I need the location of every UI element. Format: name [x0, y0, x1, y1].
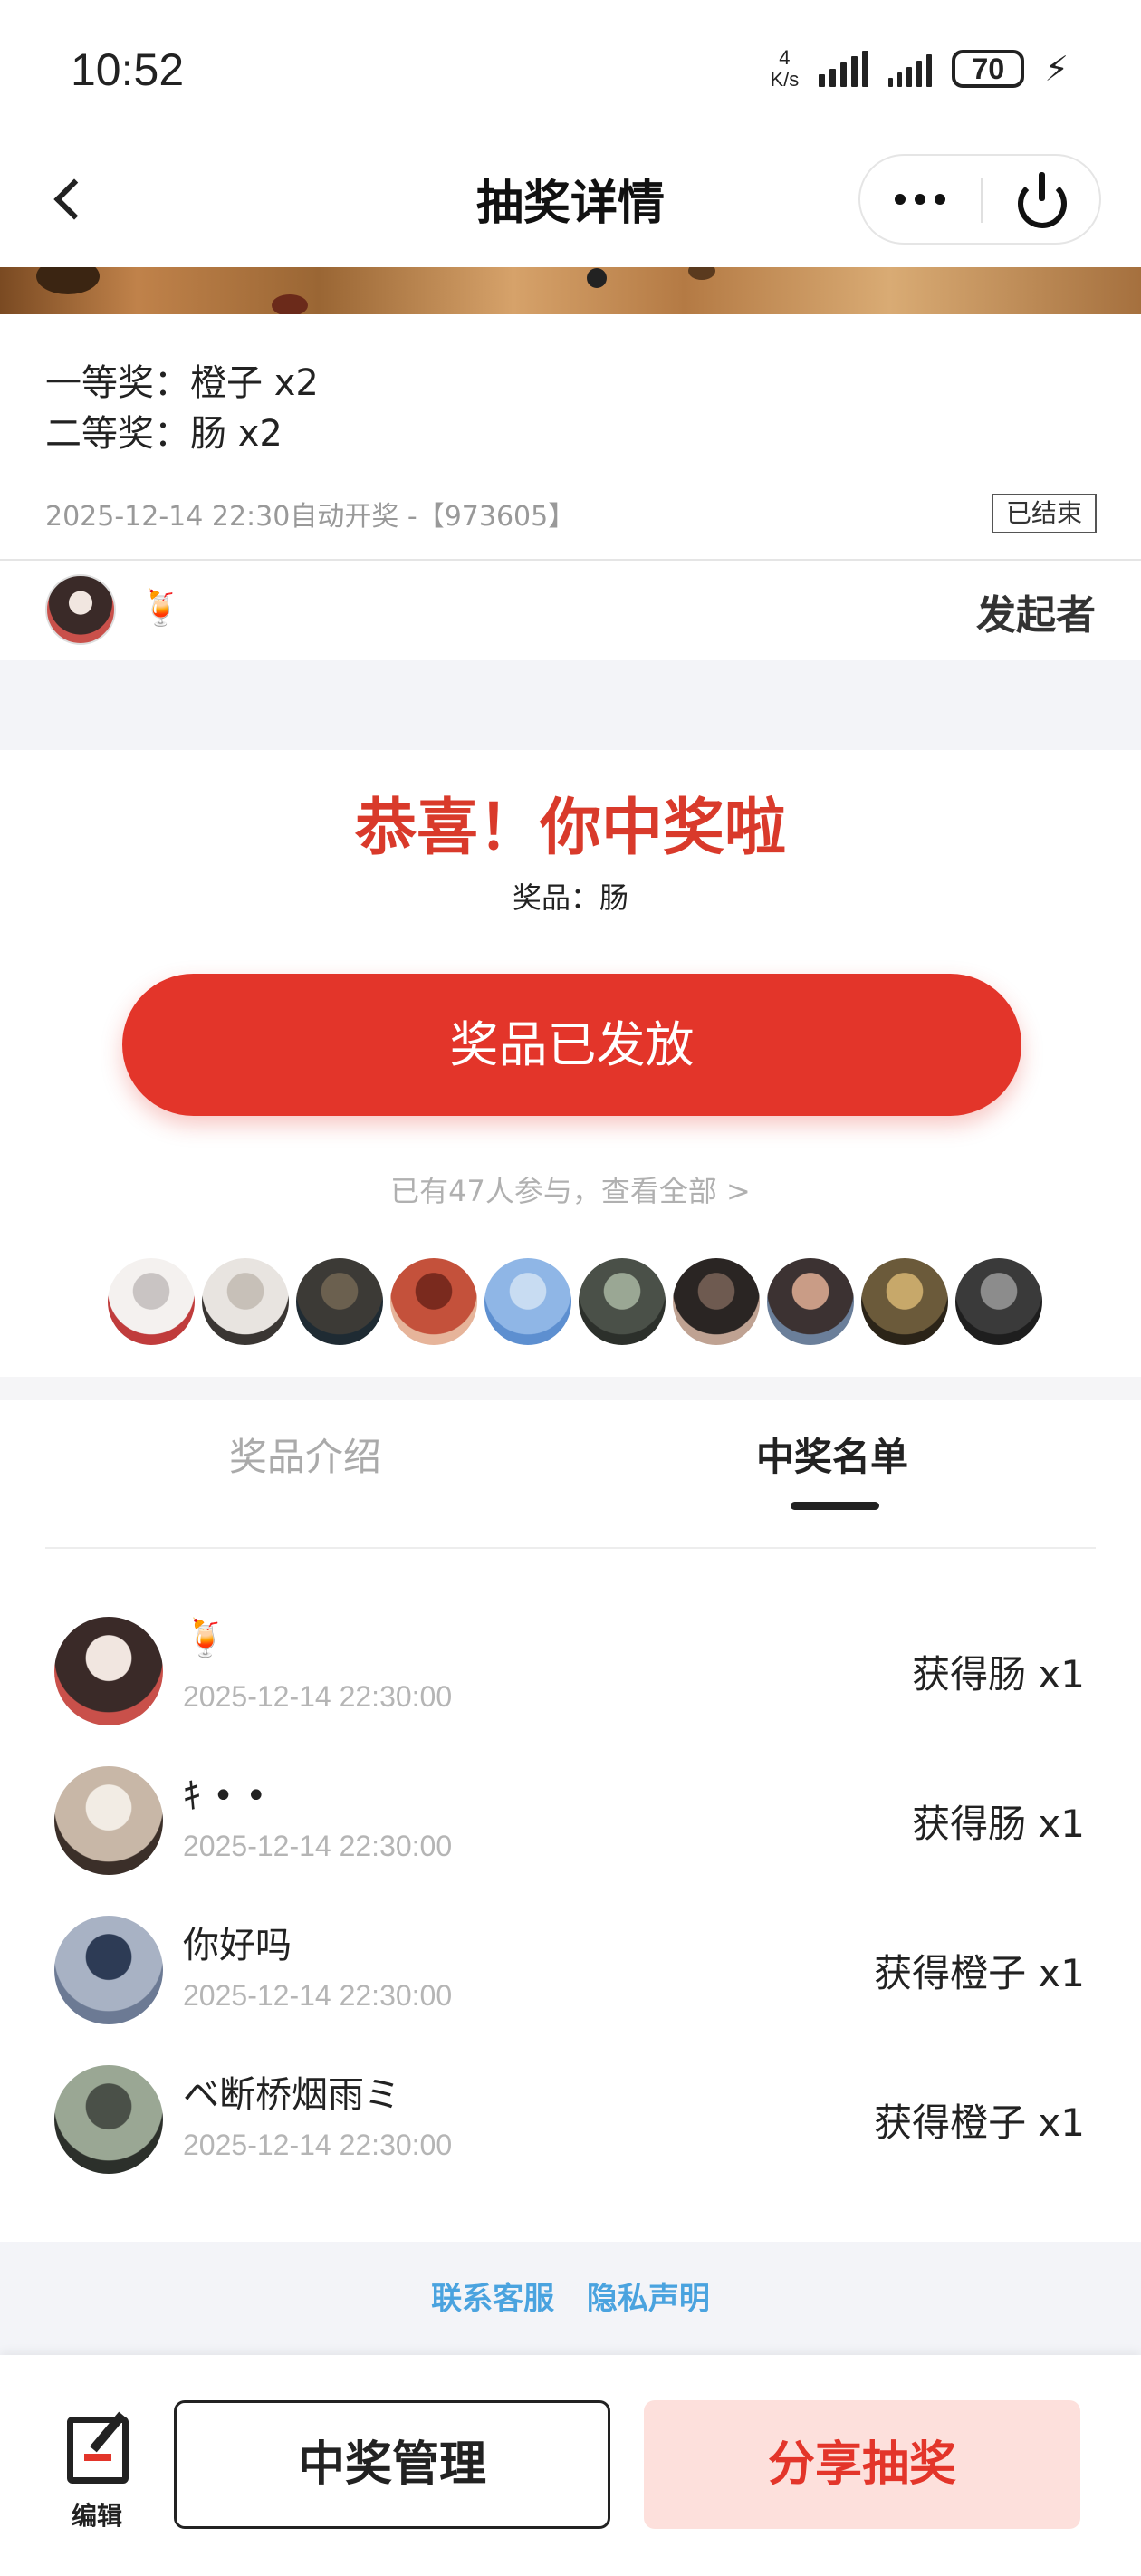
- winner-prize: 获得橙子 x1: [874, 2100, 1085, 2145]
- privacy-policy-link[interactable]: 隐私声明: [587, 2281, 710, 2317]
- mini-program-capsule: [858, 154, 1101, 245]
- initiator-avatar[interactable]: [45, 574, 116, 645]
- footer-links: 联系客服 隐私声明: [0, 2273, 1141, 2318]
- initiator-name: 🍹: [139, 588, 183, 628]
- prize-tier-2: 二等奖：肠 x2: [45, 413, 283, 455]
- carousel-indicator: [587, 268, 607, 288]
- winner-prize: 获得橙子 x1: [874, 1951, 1085, 1995]
- winner-row: 你好吗 2025-12-14 22:30:00 获得橙子 x1: [0, 1916, 1141, 2052]
- view-all-participants-link[interactable]: 已有47人参与，查看全部 >: [0, 1168, 1141, 1210]
- winner-name: ベ断桥烟雨ミ: [183, 2074, 400, 2116]
- status-time: 10:52: [71, 44, 185, 95]
- signal-icon-secondary: [888, 51, 933, 87]
- winner-name: 🍹: [183, 1618, 228, 1659]
- bottom-action-bar: 编辑 中奖管理 分享抽奖: [0, 2355, 1141, 2576]
- charging-icon: ⚡: [1044, 49, 1069, 89]
- active-tab-indicator: [791, 1502, 879, 1510]
- tab-prize-intro[interactable]: 奖品介绍: [229, 1427, 381, 1482]
- initiator-label: 发起者: [976, 592, 1096, 639]
- initiator-row[interactable]: 🍹 发起者: [0, 561, 1141, 660]
- capsule-divider: [981, 178, 983, 223]
- section-separator: [0, 1377, 1141, 1400]
- winner-time: 2025-12-14 22:30:00: [183, 1680, 453, 1713]
- winner-management-button[interactable]: 中奖管理: [174, 2400, 610, 2529]
- prize-banner-image[interactable]: [0, 267, 1141, 314]
- participant-avatar[interactable]: [859, 1256, 950, 1347]
- participant-avatar[interactable]: [106, 1256, 197, 1347]
- won-prize-label: 奖品：肠: [512, 880, 628, 915]
- participant-avatar[interactable]: [577, 1256, 667, 1347]
- more-dots-icon[interactable]: [860, 156, 980, 243]
- section-separator: [0, 660, 1141, 750]
- winner-time: 2025-12-14 22:30:00: [183, 1830, 453, 1862]
- divider: [45, 1547, 1096, 1549]
- winner-avatar[interactable]: [54, 1766, 163, 1875]
- net-speed: 4 K/s: [770, 46, 800, 91]
- winner-avatar[interactable]: [54, 2065, 163, 2174]
- winner-row: 🍹 2025-12-14 22:30:00 获得肠 x1: [0, 1617, 1141, 1753]
- status-indicators: 4 K/s 70 ⚡: [771, 47, 1069, 91]
- nav-bar: 抽奖详情: [0, 136, 1141, 267]
- battery-icon: 70: [952, 50, 1025, 88]
- winner-prize: 获得肠 x1: [912, 1802, 1085, 1846]
- share-lottery-button[interactable]: 分享抽奖: [644, 2400, 1080, 2529]
- winner-name: 你好吗: [183, 1925, 292, 1966]
- congrats-heading: 恭喜！你中奖啦: [354, 793, 786, 864]
- status-bar: 10:52 4 K/s 70 ⚡: [0, 0, 1141, 136]
- edit-button[interactable]: 编辑: [56, 2409, 138, 2531]
- draw-meta: 2025-12-14 22:30自动开奖 -【973605】: [45, 501, 576, 533]
- edit-label: 编辑: [71, 2501, 122, 2531]
- prize-issued-button[interactable]: 奖品已发放: [122, 974, 1021, 1116]
- power-icon[interactable]: [1014, 172, 1070, 228]
- winner-time: 2025-12-14 22:30:00: [183, 1979, 453, 2012]
- participant-avatar[interactable]: [294, 1256, 385, 1347]
- status-badge: 已结束: [992, 494, 1097, 533]
- participant-avatar[interactable]: [200, 1256, 291, 1347]
- participant-avatar[interactable]: [765, 1256, 856, 1347]
- tab-winner-list[interactable]: 中奖名单: [756, 1427, 908, 1482]
- prize-list: 一等奖：橙子 x2 二等奖：肠 x2: [45, 358, 319, 459]
- prize-tier-1: 一等奖：橙子 x2: [45, 362, 319, 404]
- winner-avatar[interactable]: [54, 1916, 163, 2024]
- participant-avatar[interactable]: [954, 1256, 1044, 1347]
- winner-row: ベ断桥烟雨ミ 2025-12-14 22:30:00 获得橙子 x1: [0, 2065, 1141, 2201]
- winner-name: ｷ • •: [183, 1775, 267, 1817]
- winner-prize: 获得肠 x1: [912, 1652, 1085, 1697]
- winner-avatar[interactable]: [54, 1617, 163, 1725]
- participant-avatar[interactable]: [671, 1256, 762, 1347]
- participant-avatar[interactable]: [483, 1256, 573, 1347]
- winner-row: ｷ • • 2025-12-14 22:30:00 获得肠 x1: [0, 1766, 1141, 1902]
- signal-icon: [819, 51, 869, 87]
- battery-level: 70: [972, 52, 1005, 85]
- winner-time: 2025-12-14 22:30:00: [183, 2129, 453, 2161]
- participant-avatar[interactable]: [388, 1256, 479, 1347]
- contact-support-link[interactable]: 联系客服: [431, 2281, 554, 2317]
